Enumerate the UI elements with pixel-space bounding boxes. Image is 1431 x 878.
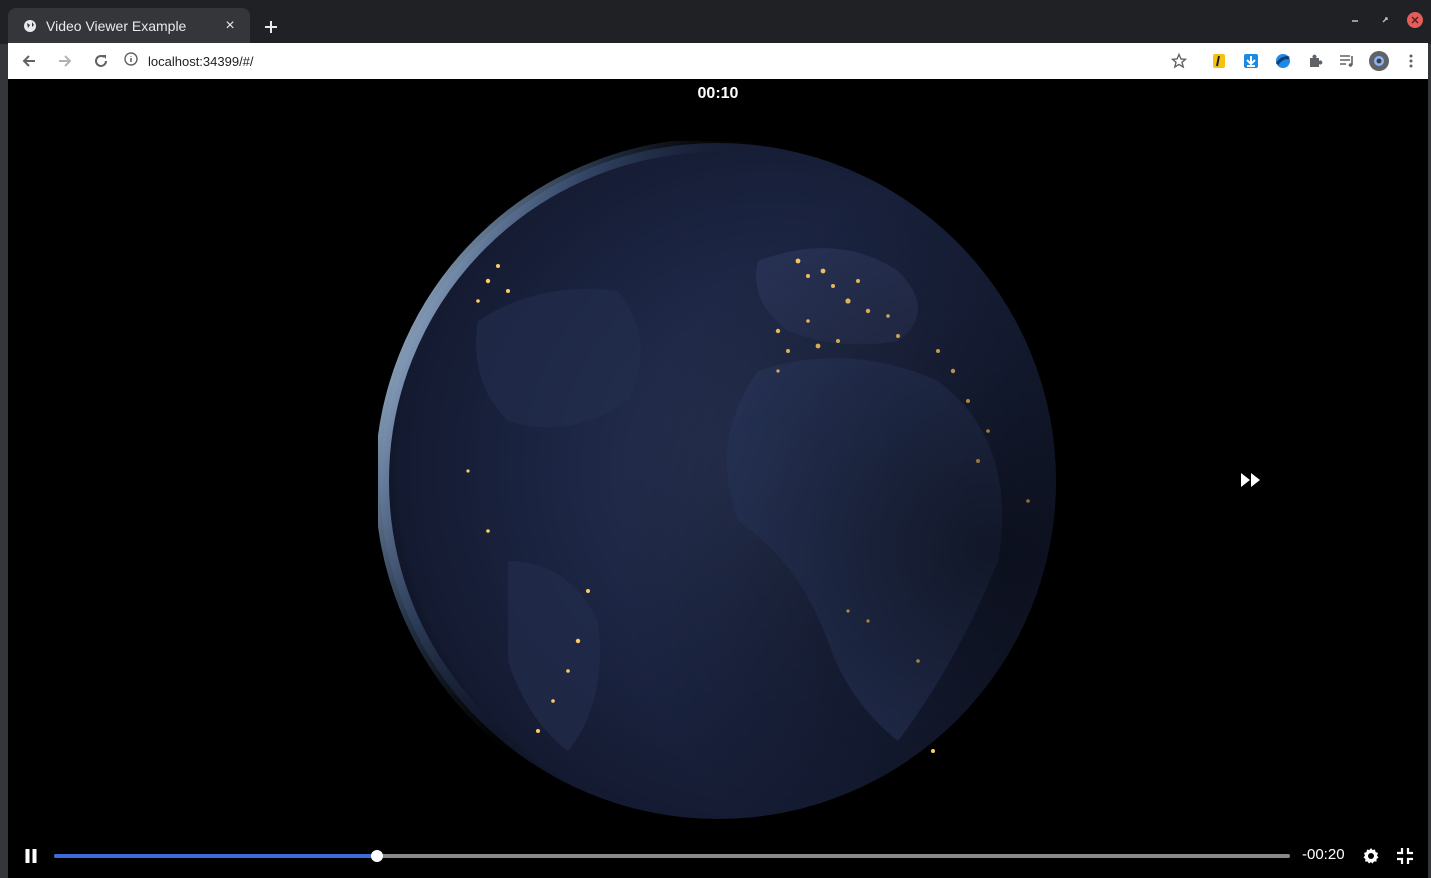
menu-kebab-icon[interactable] xyxy=(1400,50,1422,72)
progress-bar[interactable] xyxy=(54,850,1290,862)
remaining-time-display: -00:20 xyxy=(1302,846,1345,863)
browser-window: Video Viewer Example × localhost:34399/#… xyxy=(0,0,1431,878)
bookmark-star-icon[interactable] xyxy=(1168,50,1190,72)
browser-tab[interactable]: Video Viewer Example × xyxy=(8,8,250,44)
video-controls: -00:20 xyxy=(8,839,1428,875)
pause-icon xyxy=(25,849,37,863)
back-icon[interactable] xyxy=(14,46,44,76)
video-viewport[interactable]: 00:10 -00:20 xyxy=(8,79,1428,878)
current-time-display: 00:10 xyxy=(697,85,739,102)
puzzle-icon[interactable] xyxy=(1304,50,1326,72)
browser-toolbar: localhost:34399/#/ xyxy=(8,43,1428,79)
url-text: localhost:34399/#/ xyxy=(148,53,254,69)
close-icon[interactable] xyxy=(1407,12,1423,28)
fast-forward-icon[interactable] xyxy=(1240,471,1262,489)
restore-icon[interactable] xyxy=(1377,12,1393,28)
window-controls xyxy=(1347,12,1423,28)
profile-avatar[interactable] xyxy=(1368,50,1390,72)
extension-yellow-icon[interactable] xyxy=(1208,50,1230,72)
media-queue-icon[interactable] xyxy=(1336,50,1358,72)
tab-close-button[interactable]: × xyxy=(220,16,240,36)
settings-gear-icon[interactable] xyxy=(1362,847,1380,865)
progress-fill xyxy=(54,854,377,858)
tab-strip: Video Viewer Example × xyxy=(0,0,1431,44)
progress-thumb[interactable] xyxy=(370,850,383,862)
earth-video-frame xyxy=(378,141,1058,821)
extension-blue-icon[interactable] xyxy=(1272,50,1294,72)
minimize-icon[interactable] xyxy=(1347,12,1363,28)
tab-title: Video Viewer Example xyxy=(46,18,187,34)
exit-fullscreen-icon[interactable] xyxy=(1396,847,1414,865)
pause-button[interactable] xyxy=(22,847,40,865)
new-tab-button[interactable] xyxy=(258,14,284,40)
info-icon[interactable] xyxy=(124,51,138,71)
globe-icon xyxy=(22,18,38,34)
forward-icon[interactable] xyxy=(50,46,80,76)
download-icon[interactable] xyxy=(1240,50,1262,72)
reload-icon[interactable] xyxy=(86,46,116,76)
address-bar[interactable]: localhost:34399/#/ xyxy=(116,47,1176,75)
extensions-area xyxy=(1168,47,1422,75)
